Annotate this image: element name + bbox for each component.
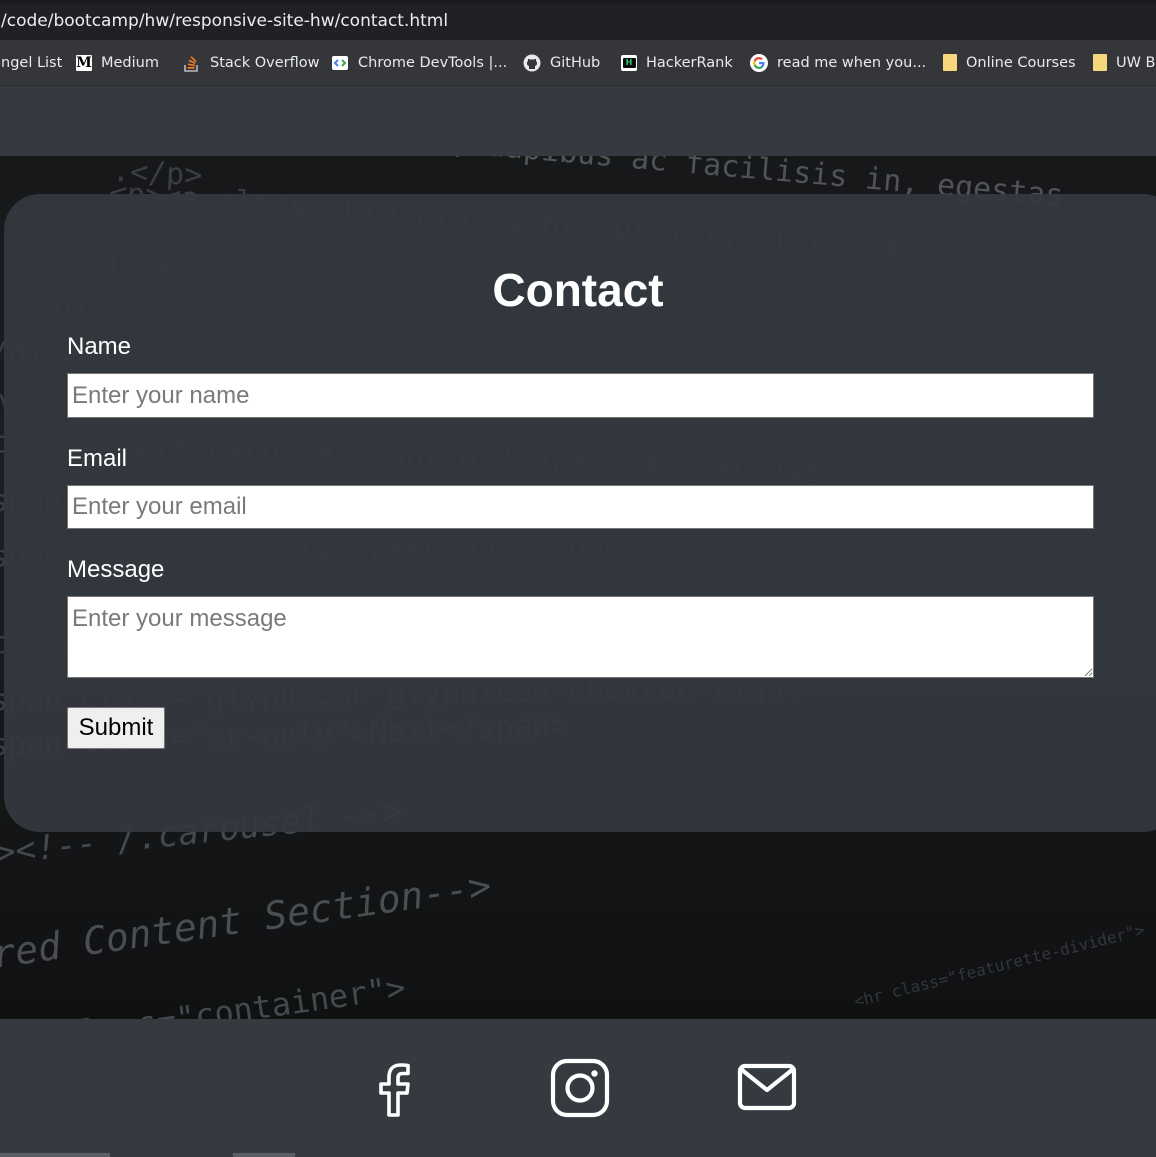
- bookmark-label: UW B: [1116, 54, 1156, 71]
- email-link[interactable]: [735, 1057, 799, 1121]
- folder-icon: [943, 54, 957, 71]
- bookmark-stack-overflow[interactable]: Stack Overflow: [183, 40, 320, 85]
- background-code-line: red Content Section-->: [0, 863, 494, 977]
- url-text[interactable]: /code/bootcamp/hw/responsive-site-hw/con…: [1, 4, 448, 39]
- bookmark-label: HackerRank: [646, 54, 733, 71]
- stack-overflow-icon: [183, 54, 201, 72]
- bookmark-label: Medium: [101, 54, 159, 71]
- message-textarea[interactable]: [67, 596, 1094, 678]
- facebook-link[interactable]: [362, 1057, 426, 1121]
- bookmark-read-me[interactable]: read me when you...: [750, 40, 926, 85]
- message-label: Message: [67, 556, 165, 583]
- bookmark-label: Online Courses: [966, 54, 1076, 71]
- address-bar[interactable]: /code/bootcamp/hw/responsive-site-hw/con…: [0, 4, 1156, 40]
- folder-icon: [1093, 54, 1107, 71]
- horizontal-scrollbar-segment[interactable]: [0, 1153, 110, 1157]
- bookmark-angellist[interactable]: ngel List: [1, 40, 62, 85]
- bookmark-github[interactable]: GitHub: [523, 40, 600, 85]
- github-icon: [523, 54, 541, 72]
- email-input[interactable]: [67, 485, 1094, 529]
- bookmark-label: ngel List: [1, 54, 63, 71]
- email-label: Email: [67, 445, 128, 472]
- medium-icon: M: [76, 54, 92, 71]
- site-navbar: [0, 86, 1156, 156]
- bookmark-hackerrank[interactable]: H HackerRank: [621, 40, 733, 85]
- bookmark-label: GitHub: [550, 54, 601, 71]
- submit-button[interactable]: Submit: [67, 707, 165, 749]
- bookmark-online-courses[interactable]: Online Courses: [943, 40, 1076, 85]
- mail-icon: [737, 1063, 797, 1111]
- bookmark-label: Chrome DevTools |...: [358, 54, 508, 71]
- instagram-link[interactable]: [548, 1057, 612, 1121]
- bookmark-uw[interactable]: UW B: [1093, 40, 1156, 85]
- name-label: Name: [67, 333, 132, 360]
- google-icon: [750, 53, 768, 72]
- instagram-icon: [550, 1058, 610, 1118]
- bookmark-chrome-devtools[interactable]: Chrome DevTools |...: [331, 40, 507, 85]
- name-input[interactable]: [67, 373, 1094, 418]
- page-title: Contact: [492, 264, 664, 316]
- bookmark-label: read me when you...: [777, 54, 927, 71]
- bookmark-label: Stack Overflow: [210, 54, 320, 71]
- bookmarks-bar: ngel List M Medium Stack Overflow Chrome…: [0, 40, 1156, 86]
- bookmark-medium[interactable]: M Medium: [76, 40, 159, 85]
- horizontal-scrollbar-thumb[interactable]: [233, 1153, 295, 1157]
- chrome-devtools-icon: [331, 54, 349, 72]
- facebook-icon: [379, 1063, 410, 1117]
- hackerrank-icon: H: [621, 54, 637, 71]
- background-code-line: class="container">: [59, 968, 408, 1019]
- background-code-line: <hr class="featurette-divider">: [852, 920, 1147, 1011]
